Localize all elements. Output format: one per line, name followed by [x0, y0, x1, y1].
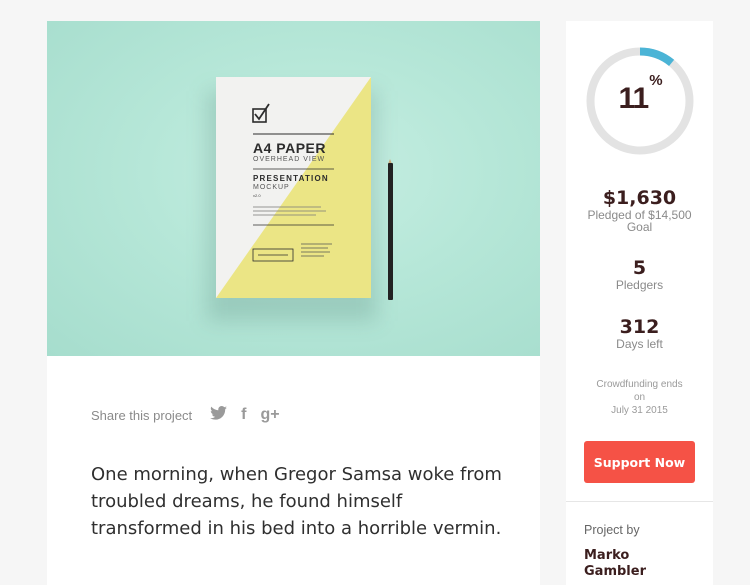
divider [566, 501, 713, 502]
paper-title: A4 PAPER [253, 140, 326, 156]
paper-mockup-label: MOCKUP [253, 184, 290, 191]
paper-mockup: A4 PAPER OVERHEAD VIEW PRESENTATION MOCK… [216, 77, 371, 298]
progress-percent-number: 11 [618, 82, 649, 115]
progress-percent: 11% [585, 72, 695, 116]
days-left-stat: 312 Days left [566, 316, 713, 350]
paper-heading: PRESENTATION [253, 174, 329, 183]
project-image: A4 PAPER OVERHEAD VIEW PRESENTATION MOCK… [47, 21, 540, 356]
days-left-label: Days left [616, 337, 663, 351]
crowdfunding-end: Crowdfunding ends on July 31 2015 [566, 378, 713, 417]
pencil [388, 163, 393, 300]
crowdfunding-end-label: Crowdfunding ends [596, 379, 683, 390]
crowdfunding-end-date: July 31 2015 [611, 405, 668, 416]
pledged-stat: $1,630 Pledged of $14,500 Goal [566, 187, 713, 233]
share-label: Share this project [91, 407, 193, 423]
pledgers-stat: 5 Pledgers [566, 257, 713, 291]
paper-graphic [216, 77, 371, 298]
days-left-count: 312 [619, 316, 660, 338]
google-plus-icon[interactable]: g+ [261, 407, 280, 423]
pledgers-label: Pledgers [615, 278, 664, 292]
pledged-amount: $1,630 [602, 187, 677, 209]
project-by-label: Project by [584, 523, 640, 537]
crowdfunding-end-on: on [633, 392, 646, 403]
progress-percent-sign: % [649, 72, 662, 89]
project-description: One morning, when Gregor Samsa woke from… [91, 464, 502, 539]
pledged-label: Pledged of $14,500 Goal [587, 208, 692, 234]
paper-version: v2.0 [253, 193, 261, 198]
facebook-icon[interactable]: f [241, 407, 246, 423]
twitter-icon[interactable] [210, 406, 228, 424]
funding-sidebar: 11% $1,630 Pledged of $14,500 Goal 5 Ple… [566, 21, 713, 585]
support-now-button[interactable]: Support Now [584, 441, 695, 483]
author-name[interactable]: Marko Gambler [584, 548, 684, 580]
share-row: Share this project f g+ [91, 406, 280, 424]
pledgers-count: 5 [632, 257, 647, 279]
progress-ring: 11% [585, 46, 695, 156]
paper-subtitle: OVERHEAD VIEW [253, 156, 326, 163]
project-card: A4 PAPER OVERHEAD VIEW PRESENTATION MOCK… [47, 21, 540, 585]
